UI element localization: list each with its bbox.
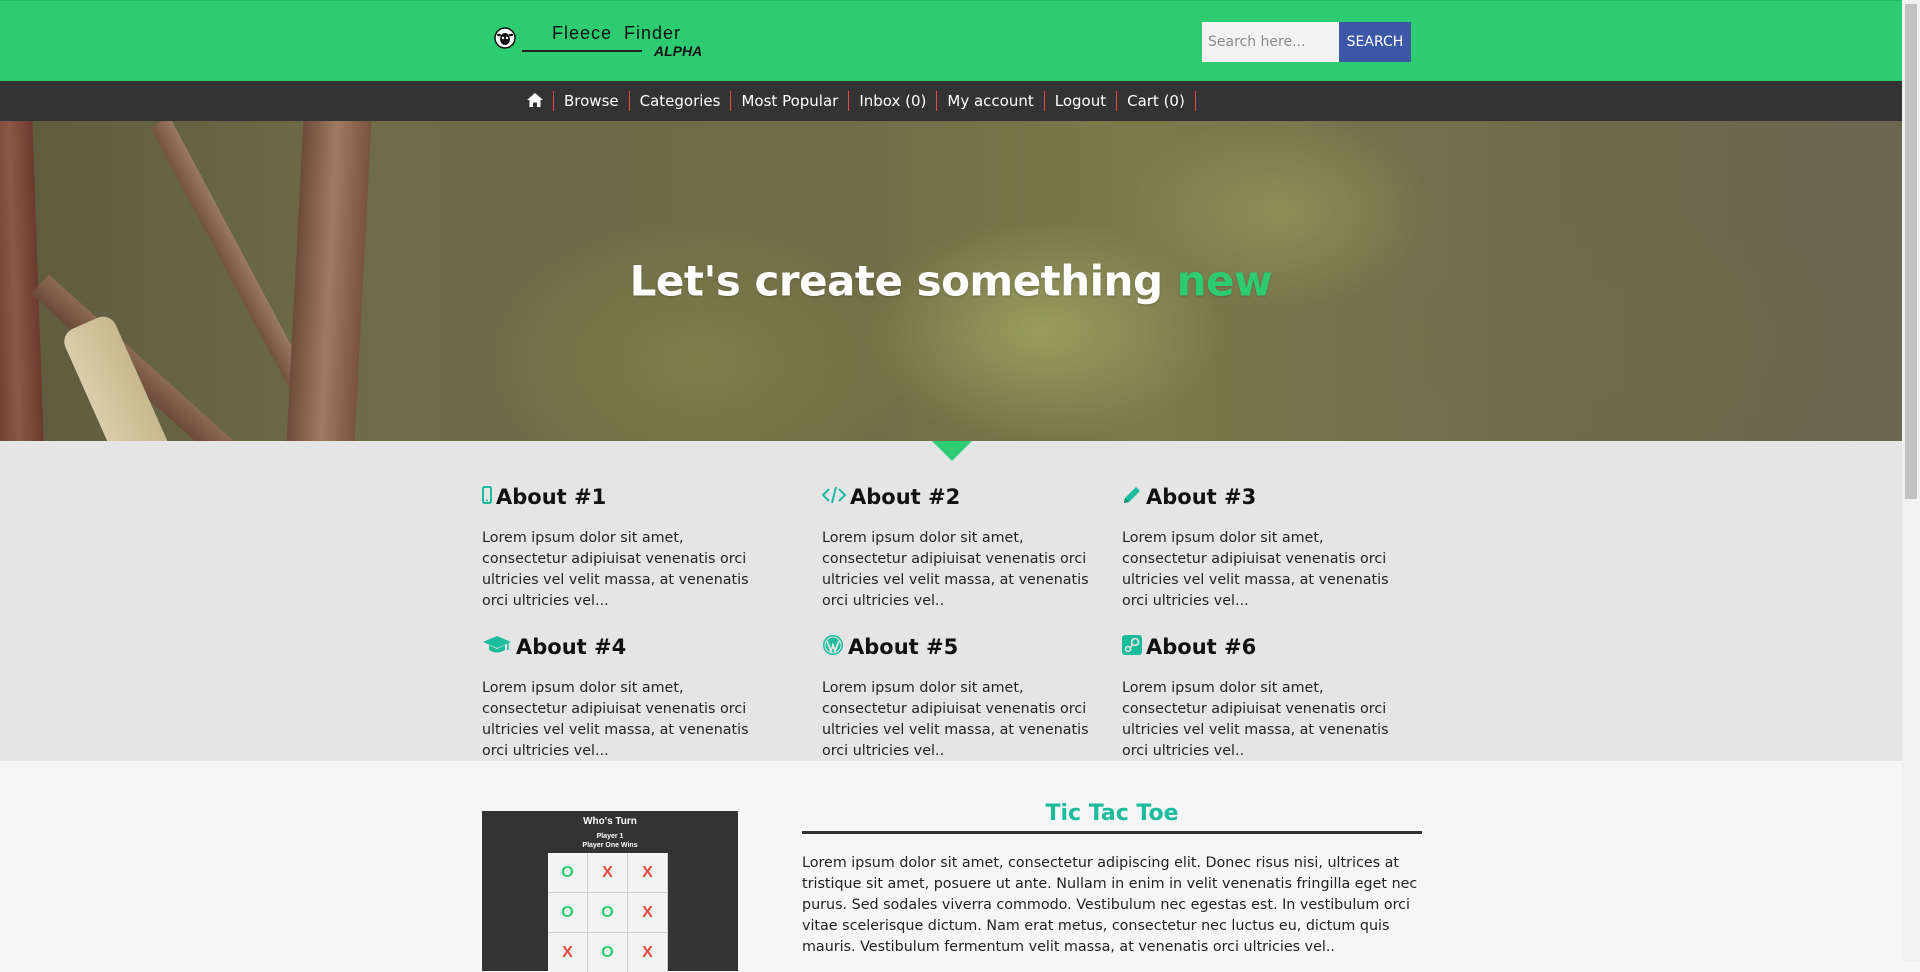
alpha-badge: ALPHA [654, 43, 703, 59]
nav-inbox[interactable]: Inbox (0) [849, 91, 938, 111]
wordpress-icon [822, 634, 844, 661]
mobile-icon [482, 485, 492, 509]
pencil-icon [1122, 485, 1142, 510]
about-card: About #6 Lorem ipsum dolor sit amet, con… [1122, 633, 1412, 762]
about-card: About #4 Lorem ipsum dolor sit amet, con… [482, 633, 772, 762]
board-cell: X [588, 853, 627, 892]
nav-browse[interactable]: Browse [554, 91, 630, 111]
about-card: About #2 Lorem ipsum dolor sit amet, con… [821, 483, 1112, 612]
board-cell: O [548, 893, 587, 932]
about-title: About #1 [496, 485, 607, 509]
about-text: Lorem ipsum dolor sit amet, consectetur … [822, 530, 1089, 609]
about-card: About #3 Lorem ipsum dolor sit amet, con… [1122, 483, 1412, 612]
steam-icon [1122, 634, 1142, 660]
game-player: Player 1 [596, 833, 624, 840]
section-text: Lorem ipsum dolor sit amet, consectetur … [802, 855, 1418, 955]
board-cell: X [628, 893, 667, 932]
code-icon [821, 485, 847, 509]
scrollbar-thumb[interactable] [1905, 4, 1917, 499]
page-scrollbar[interactable] [1902, 0, 1920, 961]
about-text: Lorem ipsum dolor sit amet, consectetur … [822, 680, 1089, 759]
hero-banner: Let's create something new [0, 121, 1902, 441]
hero-title-accent: new [1176, 256, 1273, 306]
about-text: Lorem ipsum dolor sit amet, consectetur … [1122, 530, 1389, 609]
about-text: Lorem ipsum dolor sit amet, consectetur … [1122, 680, 1389, 759]
brand-name: Fleece Finder [552, 23, 682, 43]
graduation-cap-icon [482, 635, 512, 660]
about-title: About #2 [850, 485, 961, 509]
home-icon [527, 93, 543, 107]
about-text: Lorem ipsum dolor sit amet, consectetur … [482, 680, 749, 759]
about-card: About #1 Lorem ipsum dolor sit amet, con… [482, 483, 772, 612]
search-button[interactable]: SEARCH [1339, 22, 1411, 62]
logo-underline [522, 50, 642, 52]
search-form: SEARCH [1202, 22, 1411, 62]
sheep-icon [494, 27, 516, 49]
nav-logout[interactable]: Logout [1045, 91, 1118, 111]
site-logo[interactable]: Fleece Finder ALPHA [494, 23, 724, 63]
nav-cart[interactable]: Cart (0) [1117, 91, 1196, 111]
about-title: About #6 [1146, 635, 1257, 659]
about-card: About #5 Lorem ipsum dolor sit amet, con… [822, 633, 1112, 762]
nav-most-popular[interactable]: Most Popular [731, 91, 850, 111]
search-input[interactable] [1202, 22, 1339, 62]
site-header: Fleece Finder ALPHA SEARCH [0, 0, 1902, 81]
nav-home[interactable] [518, 91, 554, 111]
title-divider [802, 831, 1422, 834]
nav-categories[interactable]: Categories [630, 91, 732, 111]
game-board: OXXOOXXOX [548, 853, 668, 972]
about-text: Lorem ipsum dolor sit amet, consectetur … [482, 530, 749, 609]
board-cell: X [548, 933, 587, 972]
section-title: Tic Tac Toe [1045, 801, 1179, 826]
about-title: About #4 [516, 635, 627, 659]
board-cell: X [628, 853, 667, 892]
board-cell: O [588, 893, 627, 932]
main-nav: Browse Categories Most Popular Inbox (0)… [0, 81, 1902, 121]
about-title: About #3 [1146, 485, 1257, 509]
board-cell: O [588, 933, 627, 972]
game-preview-image: Who's Turn Player 1 Player One Wins OXXO… [482, 811, 738, 972]
board-cell: X [628, 933, 667, 972]
board-cell: O [548, 853, 587, 892]
nav-my-account[interactable]: My account [937, 91, 1045, 111]
hero-title-main: Let's create something [629, 256, 1163, 306]
about-title: About #5 [848, 635, 959, 659]
section-pointer [932, 441, 972, 461]
game-status: Player One Wins [582, 842, 638, 849]
game-turn-heading: Who's Turn [583, 816, 637, 827]
hero-title: Let's create something new [0, 257, 1902, 306]
